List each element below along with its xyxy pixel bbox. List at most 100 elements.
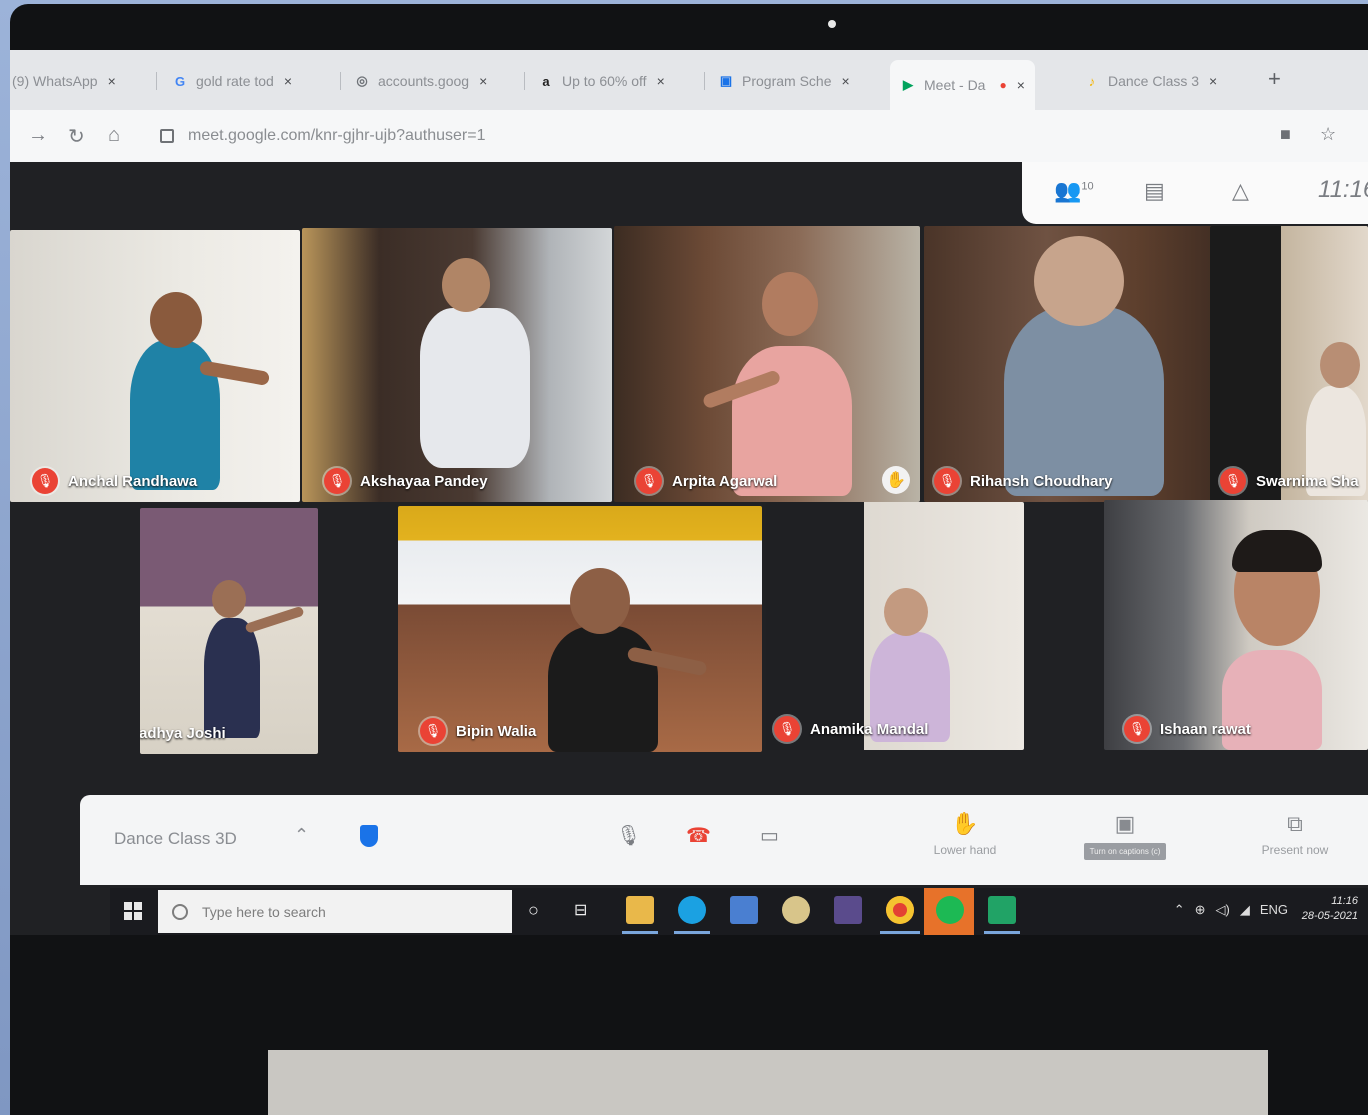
volume-icon[interactable]: ◁) [1216,902,1230,918]
microphone-icon[interactable]: 🎙 [616,823,641,848]
recording-dot-icon: ● [999,78,1007,92]
activities-icon[interactable]: △ [1232,178,1249,204]
mic-off-icon: 🎙 [420,718,446,744]
task-view-icon[interactable]: ⊟ [574,900,587,920]
language-indicator[interactable]: ENG [1260,902,1288,918]
camera-indicator-icon[interactable]: ■ [1280,124,1291,145]
lower-hand-label: Lower hand [933,843,997,857]
participant-name: Ishaan rawat [1160,720,1251,738]
browser-tab-strip: (9) WhatsApp × G gold rate tod × ◎ accou… [10,50,1368,110]
close-icon[interactable]: × [284,73,292,89]
person-head [1320,342,1360,388]
person-body [420,308,530,468]
person-head [884,588,928,636]
taskbar-clock[interactable]: 11:16 28-05-2021 [1302,894,1358,924]
meet-top-controls: 👥10 ▤ △ 11:16 [1022,162,1368,224]
participant-tile[interactable]: 🎙 Swarnima Sha [1210,226,1368,502]
participant-tile[interactable]: 🎙 Bipin Walia [398,506,762,752]
host-controls-shield-icon[interactable] [360,825,378,847]
close-icon[interactable]: × [1209,73,1217,89]
bookmark-star-icon[interactable]: ☆ [1320,124,1336,145]
close-icon[interactable]: × [841,73,849,89]
name-label: 🎙 Rihansh Choudhary [934,468,1113,494]
participant-tile[interactable]: 🎙 Anamika Mandal [766,502,1024,750]
present-now-button[interactable]: ⧉ Present now [1240,811,1350,857]
participant-name: Arpita Agarwal [672,472,778,490]
end-call-icon[interactable]: ☎ [686,823,711,848]
google-icon: G [174,73,186,89]
tab-divider [524,72,525,90]
participant-tile[interactable]: 🎙 Arpita Agarwal ✋ [614,226,920,502]
participant-tile[interactable]: 🎙 Ishaan rawat [1104,500,1368,750]
laptop-screen: (9) WhatsApp × G gold rate tod × ◎ accou… [10,50,1368,935]
name-label: 🎙 Akshayaa Pandey [324,468,488,494]
meet-icon: ▶ [903,77,913,92]
tab-google-search[interactable]: G gold rate tod × [172,66,292,96]
participant-tile[interactable]: 🎙 Rihansh Choudhary [924,226,1230,502]
meeting-title[interactable]: Dance Class 3D [114,829,237,849]
spotify-icon[interactable] [936,896,964,924]
excel-icon[interactable] [988,896,1016,924]
present-icon: ⧉ [1287,811,1303,836]
active-app-indicator [674,931,710,934]
forward-icon[interactable]: → [28,124,48,147]
network-icon[interactable]: ⊕ [1195,902,1206,918]
participant-name: Bipin Walia [456,722,537,740]
name-label: 🎙 Ishaan rawat [1124,716,1251,742]
close-icon[interactable]: × [657,73,665,89]
mic-off-icon: 🎙 [934,468,960,494]
tab-amazon[interactable]: a Up to 60% off × [538,66,665,96]
file-explorer-icon[interactable] [626,896,654,924]
tab-whatsapp[interactable]: (9) WhatsApp × [12,66,116,96]
person-head [570,568,630,634]
participant-tile[interactable]: 🎙 Anchal Randhawa [10,230,300,502]
search-placeholder: Type here to search [202,903,326,920]
tab-divider [156,72,157,90]
wifi-icon[interactable]: ◢ [1240,902,1250,918]
captions-button[interactable]: ▣ Turn on captions (c) [1070,811,1180,860]
people-icon[interactable]: 👥10 [1054,178,1094,204]
globe-icon: ◎ [356,73,368,88]
person-head [762,272,818,336]
windows-taskbar: Type here to search ○ ⊟ ⌃ ⊕ ◁) ◢ ENG 11:… [110,888,1368,935]
chevron-up-icon[interactable]: ⌃ [294,825,309,846]
close-icon[interactable]: × [1017,77,1025,93]
tab-accounts[interactable]: ◎ accounts.goog × [354,66,487,96]
edge-icon[interactable] [678,896,706,924]
chrome-icon[interactable] [886,896,914,924]
chevron-up-icon[interactable]: ⌃ [1174,902,1185,918]
name-label: 🎙 Bipin Walia [420,718,536,744]
tab-dance-class[interactable]: ♪ Dance Class 3 × [1084,66,1217,96]
camera-icon[interactable]: ▭ [760,823,779,848]
tab-label: (9) WhatsApp [12,73,98,89]
participant-tile[interactable]: 🎙 Aaradhya Joshi [140,508,318,754]
name-label: 🎙 Anchal Randhawa [32,468,197,494]
calendar-icon: ▣ [719,73,733,88]
participant-name: Akshayaa Pandey [360,472,488,490]
participant-tile[interactable]: 🎙 Akshayaa Pandey [302,228,612,502]
media-app-icon[interactable] [834,896,862,924]
close-icon[interactable]: × [108,73,116,89]
system-tray: ⌃ ⊕ ◁) ◢ ENG [1174,902,1288,918]
windows-start-icon[interactable] [124,902,142,920]
taskbar-search-input[interactable]: Type here to search [158,890,512,933]
lower-hand-button[interactable]: ✋ Lower hand [910,811,1020,857]
lock-icon [160,129,174,143]
tab-meet[interactable]: ▶ Meet - Da ● × [890,60,1035,110]
chat-icon[interactable]: ▤ [1144,178,1165,204]
participant-name: Aaradhya Joshi [140,724,226,742]
new-tab-button[interactable]: + [1268,66,1281,92]
close-icon[interactable]: × [479,73,487,89]
reload-icon[interactable]: ↻ [68,124,85,149]
url-field[interactable]: meet.google.com/knr-gjhr-ujb?authuser=1 [160,120,1300,152]
paint-icon[interactable] [782,896,810,924]
hand-icon: ✋ [951,811,979,836]
active-app-indicator [622,931,658,934]
search-icon [172,903,188,920]
notes-icon[interactable] [730,896,758,924]
active-app-indicator [880,931,920,934]
address-bar-row: → ↻ ⌂ meet.google.com/knr-gjhr-ujb?authu… [10,110,1368,162]
cortana-icon[interactable]: ○ [528,900,539,921]
tab-program-schedule[interactable]: ▣ Program Sche × [718,66,850,96]
home-icon[interactable]: ⌂ [108,124,120,147]
